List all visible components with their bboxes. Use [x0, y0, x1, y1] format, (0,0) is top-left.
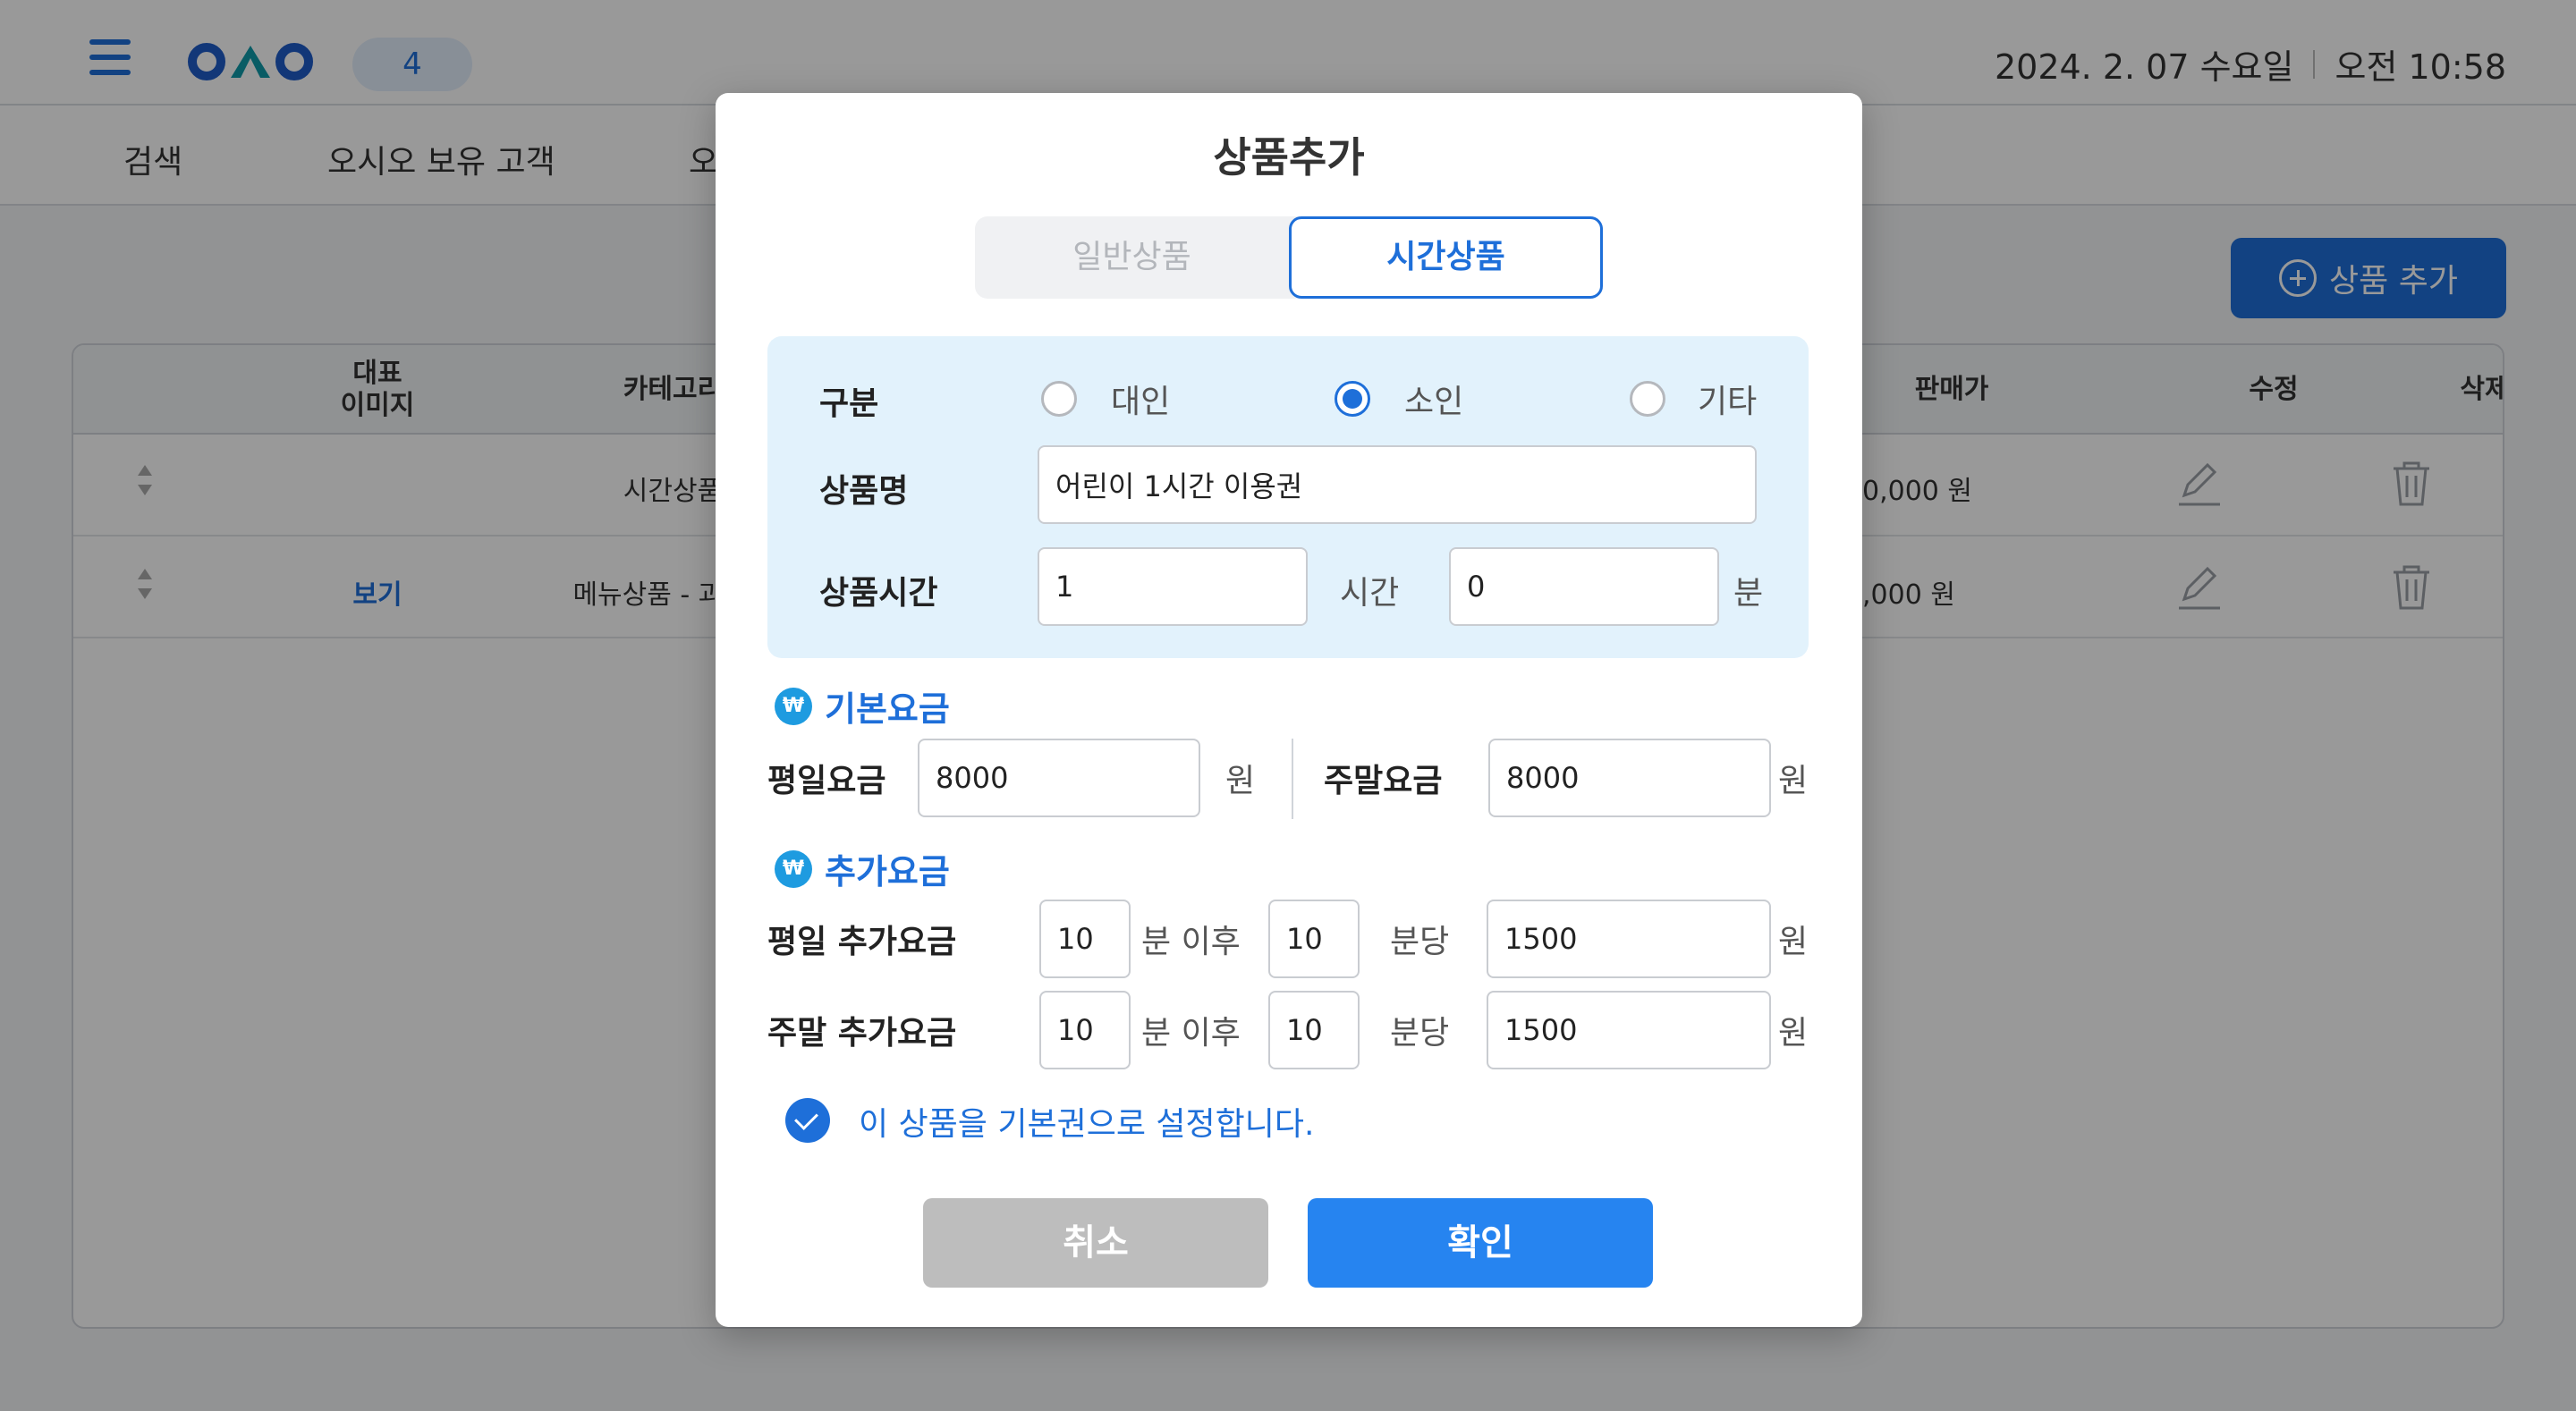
after-unit: 분 이후 — [1141, 924, 1241, 960]
tab-general-product[interactable]: 일반상품 — [975, 216, 1289, 299]
type-label: 구분 — [819, 385, 879, 422]
minutes-input[interactable] — [1449, 547, 1719, 626]
weekday-fee-input[interactable] — [918, 739, 1200, 817]
radio-adult-label: 대인 — [1111, 384, 1171, 420]
weekend-fee-input[interactable] — [1488, 739, 1771, 817]
hours-input[interactable] — [1038, 547, 1308, 626]
weekend-extra-label: 주말 추가요금 — [767, 1015, 957, 1052]
weekday-extra-label: 평일 추가요금 — [767, 924, 957, 960]
default-ticket-label[interactable]: 이 상품을 기본권으로 설정합니다. — [859, 1098, 1314, 1145]
extra-fee-title: ₩ 추가요금 — [775, 844, 950, 893]
cancel-button[interactable]: 취소 — [923, 1198, 1268, 1288]
weekend-after-minutes-input[interactable] — [1039, 991, 1131, 1069]
radio-other[interactable] — [1630, 381, 1665, 417]
confirm-button[interactable]: 확인 — [1308, 1198, 1653, 1288]
modal-title: 상품추가 — [1213, 133, 1365, 182]
per-unit: 분당 — [1390, 1015, 1450, 1052]
divider — [1292, 739, 1293, 819]
weekday-after-minutes-input[interactable] — [1039, 900, 1131, 978]
weekday-per-minutes-input[interactable] — [1268, 900, 1360, 978]
add-product-modal: 상품추가 일반상품 시간상품 구분 대인 소인 기타 상품명 상품시간 시간 분… — [716, 93, 1862, 1327]
radio-adult[interactable] — [1041, 381, 1077, 417]
after-unit: 분 이후 — [1141, 1015, 1241, 1052]
weekend-extra-amount-input[interactable] — [1487, 991, 1771, 1069]
hours-unit: 시간 — [1340, 575, 1400, 612]
tab-time-product[interactable]: 시간상품 — [1289, 216, 1603, 299]
radio-child[interactable] — [1335, 381, 1370, 417]
product-info-section: 구분 대인 소인 기타 상품명 상품시간 시간 분 — [767, 336, 1809, 658]
minutes-unit: 분 — [1733, 575, 1764, 612]
product-time-label: 상품시간 — [819, 575, 938, 612]
weekday-extra-amount-input[interactable] — [1487, 900, 1771, 978]
weekday-fee-label: 평일요금 — [767, 763, 886, 799]
product-name-label: 상품명 — [819, 473, 909, 510]
radio-child-label: 소인 — [1404, 384, 1464, 420]
per-unit: 분당 — [1390, 924, 1450, 960]
radio-other-label: 기타 — [1698, 384, 1758, 420]
weekend-fee-unit: 원 — [1778, 763, 1809, 799]
currency-unit: 원 — [1778, 924, 1809, 960]
default-ticket-checkbox[interactable] — [785, 1098, 830, 1143]
weekday-fee-unit: 원 — [1225, 763, 1256, 799]
base-fee-title-text: 기본요금 — [825, 689, 950, 729]
won-icon: ₩ — [775, 849, 812, 888]
currency-unit: 원 — [1778, 1015, 1809, 1052]
product-type-tabs: 일반상품 시간상품 — [975, 216, 1603, 299]
base-fee-title: ₩ 기본요금 — [775, 681, 950, 731]
weekend-per-minutes-input[interactable] — [1268, 991, 1360, 1069]
product-name-input[interactable] — [1038, 445, 1757, 524]
won-icon: ₩ — [775, 687, 812, 725]
weekend-fee-label: 주말요금 — [1324, 763, 1443, 799]
extra-fee-title-text: 추가요금 — [825, 852, 950, 891]
